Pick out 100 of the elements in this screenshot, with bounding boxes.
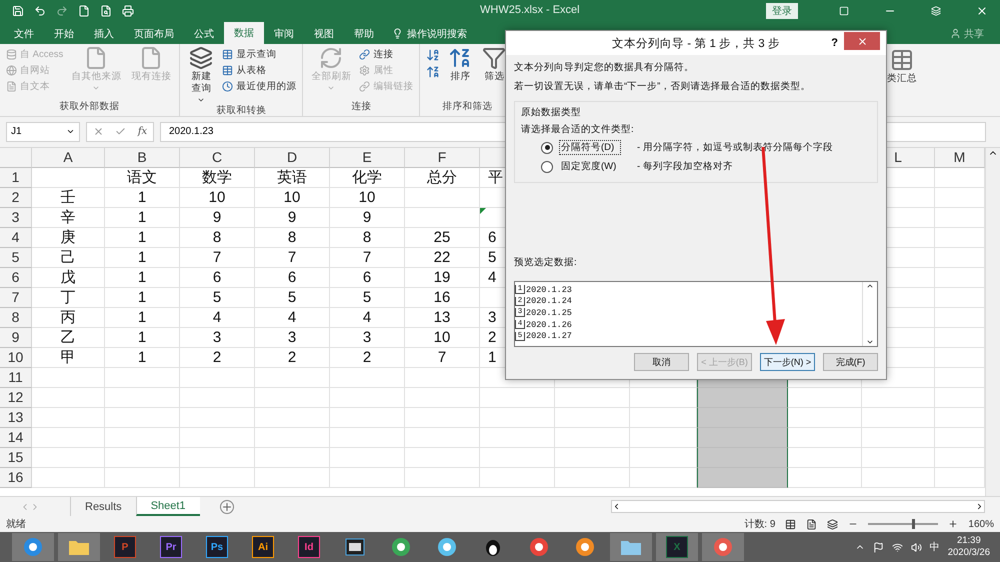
row-header[interactable]: 2 [0, 188, 32, 208]
menu-tab[interactable]: 开始 [44, 24, 84, 44]
help-button[interactable]: ? [831, 37, 838, 49]
tell-me-search[interactable]: 操作说明搜索 [392, 24, 467, 44]
table-cell: 4 [330, 308, 405, 328]
ribbon-button[interactable]: 显示查询 [222, 48, 296, 61]
name-box[interactable]: J1 [6, 122, 80, 142]
table-cell: 10 [255, 188, 330, 208]
table-cell: 3 [255, 328, 330, 348]
dialog-button[interactable]: 取消 [634, 353, 689, 371]
table-cell: 化学 [330, 168, 405, 188]
prompt-text: 请选择最合适的文件类型: [521, 123, 635, 136]
ribbon-button[interactable]: 从表格 [222, 64, 296, 77]
row-header[interactable]: 13 [0, 408, 32, 428]
ribbon-button[interactable]: 筛选 [480, 46, 508, 100]
row-header[interactable]: 3 [0, 208, 32, 228]
row-header[interactable]: 8 [0, 308, 32, 328]
table-cell: 戊 [32, 268, 105, 288]
radio-label[interactable]: 分隔符号(D) [559, 140, 621, 155]
column-header[interactable]: D [255, 148, 330, 168]
menu-tab[interactable]: 数据 [224, 22, 264, 44]
row-header[interactable]: 10 [0, 348, 32, 368]
share-button[interactable]: 共享 [950, 24, 984, 44]
table-cell: 丙 [32, 308, 105, 328]
row-header[interactable]: 1 [0, 168, 32, 188]
row-header[interactable]: 11 [0, 368, 32, 388]
column-header[interactable]: B [105, 148, 180, 168]
radio-label[interactable]: 固定宽度(W) [559, 159, 621, 174]
row-header[interactable]: 6 [0, 268, 32, 288]
row-header[interactable]: 12 [0, 388, 32, 408]
group-label: 排序和筛选 [441, 100, 494, 114]
table-cell: 6 [255, 268, 330, 288]
table-cell: 7 [255, 248, 330, 268]
menu-tab[interactable]: 页面布局 [124, 24, 184, 44]
insert-function-button[interactable]: fx [138, 126, 148, 138]
dialog-button[interactable]: 下一步(N) > [760, 353, 815, 371]
table-cell: 1 [105, 188, 180, 208]
column-header[interactable]: F [405, 148, 480, 168]
menu-tab[interactable]: 帮助 [344, 24, 384, 44]
table-cell: 壬 [32, 188, 105, 208]
row-header[interactable]: 5 [0, 248, 32, 268]
column-header[interactable]: E [330, 148, 405, 168]
menu-tab[interactable]: 审阅 [264, 24, 304, 44]
table-cell: 3 [180, 328, 255, 348]
menu-tab[interactable]: 公式 [184, 24, 224, 44]
table-cell: 甲 [32, 348, 105, 368]
ribbon-button[interactable]: 新建查询 [186, 46, 216, 104]
clock[interactable]: 21:39 2020/3/26 [948, 535, 990, 560]
login-button[interactable]: 登录 [766, 2, 798, 19]
table-cell: 10 [405, 328, 480, 348]
table-cell: 2 [330, 348, 405, 368]
ribbon-button[interactable]: 连接 [359, 48, 414, 61]
ribbon-button[interactable]: 类汇总 [885, 48, 919, 116]
taskbar-button[interactable]: P [104, 533, 146, 562]
table-cell: 1 [105, 268, 180, 288]
table-cell: 10 [180, 188, 255, 208]
ribbon-button[interactable]: 最近使用的源 [222, 80, 296, 93]
table-cell: 6 [180, 268, 255, 288]
table-cell: 5 [180, 288, 255, 308]
row-header[interactable]: 14 [0, 428, 32, 448]
taskbar-button[interactable]: Ps [196, 533, 238, 562]
column-header[interactable]: M [935, 148, 985, 168]
table-cell: 8 [255, 228, 330, 248]
app-icon: Id [298, 536, 320, 558]
table-cell: 乙 [32, 328, 105, 348]
row-header[interactable]: 15 [0, 448, 32, 468]
table-cell: 9 [255, 208, 330, 228]
group-label: 获取外部数据 [58, 100, 121, 114]
count-text: 计数: 9 [744, 518, 776, 532]
table-cell: 13 [405, 308, 480, 328]
table-cell: 9 [330, 208, 405, 228]
row-header[interactable]: 16 [0, 468, 32, 488]
table-cell: 8 [330, 228, 405, 248]
menu-tab[interactable]: 视图 [304, 24, 344, 44]
column-header[interactable]: A [32, 148, 105, 168]
column-header[interactable]: C [180, 148, 255, 168]
menu-tab[interactable]: 文件 [4, 24, 44, 44]
dialog-title: 文本分列向导 - 第 1 步，共 3 步 [612, 36, 780, 50]
table-cell: 7 [330, 248, 405, 268]
ribbon-button[interactable]: 排序 [446, 46, 474, 100]
app-icon: Pr [160, 536, 182, 558]
table-cell: 数学 [180, 168, 255, 188]
option-description: - 用分隔字符，如逗号或制表符分隔每个字段 [637, 141, 833, 154]
table-cell: 1 [105, 208, 180, 228]
taskbar-button[interactable]: Id [288, 533, 330, 562]
preview-line: 2020.1.24 [526, 296, 572, 306]
row-header[interactable]: 7 [0, 288, 32, 308]
app-icon: X [666, 536, 688, 558]
dialog-button[interactable]: 完成(F) [823, 353, 878, 371]
status-text: 就绪 [6, 518, 26, 532]
menu-tab[interactable]: 插入 [84, 24, 124, 44]
row-header[interactable]: 9 [0, 328, 32, 348]
taskbar-button[interactable]: Ai [242, 533, 284, 562]
taskbar-button[interactable]: Pr [150, 533, 192, 562]
row-header[interactable]: 4 [0, 228, 32, 248]
table-cell: 庚 [32, 228, 105, 248]
table-cell: 辛 [32, 208, 105, 228]
table-cell: 3 [330, 328, 405, 348]
input-method-indicator[interactable]: 中 [930, 540, 940, 554]
sheet-tab[interactable]: Sheet1 [136, 497, 200, 516]
